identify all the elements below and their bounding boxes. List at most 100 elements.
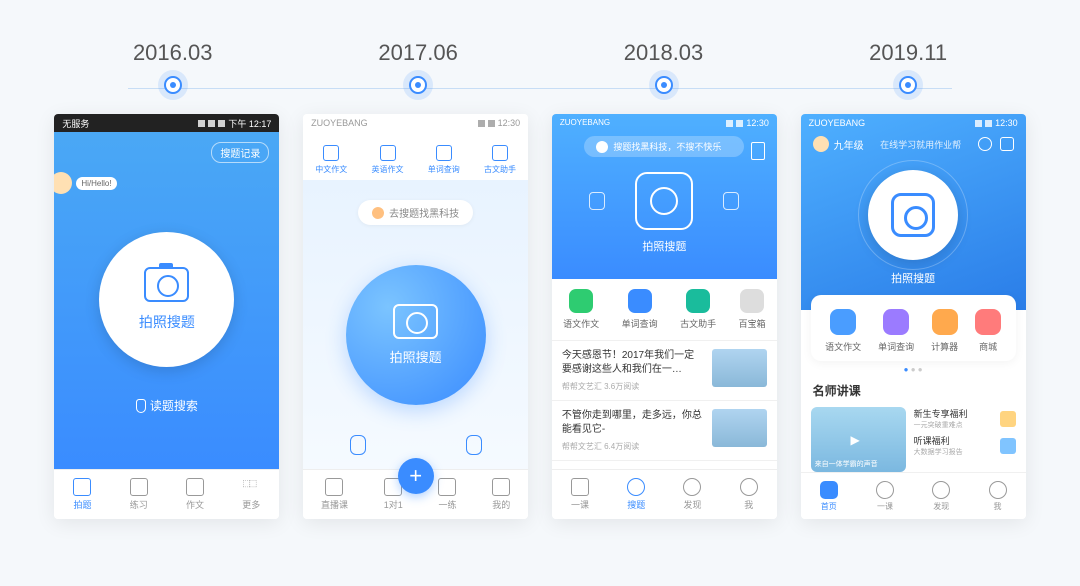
doc-icon bbox=[186, 478, 204, 496]
grid-word[interactable]: 单词查询 bbox=[622, 289, 658, 330]
battery-icon bbox=[736, 120, 743, 127]
camera-icon bbox=[627, 478, 645, 496]
doc-icon bbox=[380, 145, 396, 161]
search-bar[interactable]: 搜题找黑科技，不搜不快乐 bbox=[584, 136, 744, 157]
tab-discover[interactable]: 发现 bbox=[932, 481, 950, 512]
item-sub: 一元突破重难点 bbox=[914, 420, 968, 430]
grid-classical[interactable]: 古文助手 bbox=[680, 289, 716, 330]
tab-me[interactable]: 我的 bbox=[492, 478, 510, 511]
lesson-card[interactable]: 来自一体学霸的声音 bbox=[811, 407, 906, 472]
brand-label: ZUOYEBANG bbox=[311, 118, 368, 128]
tab-lesson[interactable]: 一课 bbox=[571, 478, 589, 511]
tab-home[interactable]: 首页 bbox=[820, 481, 838, 512]
planet-icon bbox=[932, 481, 950, 499]
list-item[interactable]: 听课福利大数据学习报告 bbox=[914, 434, 1016, 457]
wifi-icon bbox=[726, 120, 733, 127]
search-text: 去搜题找黑科技 bbox=[389, 205, 459, 220]
timeline-line bbox=[128, 88, 951, 89]
search-pill[interactable]: 去搜题找黑科技 bbox=[358, 200, 473, 225]
feed-item[interactable]: 不管你走到哪里，走多远，你总能看见它-帮帮文艺汇 6.4万阅读 bbox=[552, 401, 777, 461]
feat-label: 计算器 bbox=[931, 340, 958, 353]
grade-selector[interactable]: 九年级 bbox=[813, 136, 864, 152]
home-icon bbox=[820, 481, 838, 499]
tab-label: 发现 bbox=[683, 498, 701, 511]
post-title: 今天感恩节！2017年我们一定要感谢这些人和我们在一… bbox=[562, 349, 704, 377]
mic-icon[interactable] bbox=[589, 192, 605, 210]
camera-button[interactable]: 拍照搜题 bbox=[346, 265, 486, 405]
grid-label: 百宝箱 bbox=[739, 317, 766, 330]
status-carrier: 无服务 bbox=[62, 117, 89, 130]
scan-icon[interactable] bbox=[723, 192, 739, 210]
tab-label: 更多 bbox=[242, 498, 260, 511]
feat-word[interactable]: 单词查询 bbox=[878, 309, 914, 353]
tab-bar: 一课 搜题 发现 我 bbox=[552, 469, 777, 519]
tab-label: 我 bbox=[744, 498, 753, 511]
book-icon bbox=[130, 478, 148, 496]
voice-search[interactable]: 读题搜索 bbox=[136, 397, 198, 414]
play-icon bbox=[325, 478, 343, 496]
feed-item[interactable]: 今天感恩节！2017年我们一定要感谢这些人和我们在一…帮帮文艺汇 3.6万阅读 bbox=[552, 341, 777, 401]
quick-word[interactable]: 单词查询 bbox=[428, 145, 460, 175]
feed[interactable]: 今天感恩节！2017年我们一定要感谢这些人和我们在一…帮帮文艺汇 3.6万阅读 … bbox=[552, 341, 777, 469]
tab-camera[interactable]: 拍题 bbox=[73, 478, 91, 511]
tab-me[interactable]: 我 bbox=[740, 478, 758, 511]
tab-bar: 直播课 1对1 + 一练 我的 bbox=[303, 469, 528, 519]
calculator-icon[interactable] bbox=[751, 142, 765, 160]
scan-icon[interactable] bbox=[466, 435, 482, 455]
tab-label: 拍题 bbox=[73, 498, 91, 511]
quick-classical[interactable]: 古文助手 bbox=[484, 145, 516, 175]
camera-button[interactable] bbox=[635, 172, 693, 230]
tab-add[interactable]: + bbox=[398, 458, 434, 494]
feat-essay[interactable]: 语文作文 bbox=[825, 309, 861, 353]
status-right: 12:30 bbox=[726, 118, 769, 128]
quick-cn-essay[interactable]: 中文作文 bbox=[315, 145, 347, 175]
search-icon[interactable] bbox=[978, 137, 992, 151]
tab-practice[interactable]: 一练 bbox=[438, 478, 456, 511]
grid-toolbox[interactable]: 百宝箱 bbox=[739, 289, 766, 330]
tab-label: 直播课 bbox=[321, 498, 348, 511]
camera-button[interactable] bbox=[868, 170, 958, 260]
quick-en-essay[interactable]: 英语作文 bbox=[372, 145, 404, 175]
timeline-dot bbox=[164, 76, 182, 94]
list-item[interactable]: 新生专享福利一元突破重难点 bbox=[914, 407, 1016, 430]
item-title: 听课福利 bbox=[914, 434, 963, 447]
tab-practice[interactable]: 练习 bbox=[130, 478, 148, 511]
mascot: Hi/Hello! bbox=[54, 172, 116, 194]
feed-item[interactable]: 不管你走到哪里，走多远，你总能看见它- bbox=[552, 461, 777, 469]
tab-label: 搜题 bbox=[627, 498, 645, 511]
tab-lesson[interactable]: 一课 bbox=[876, 481, 894, 512]
avatar bbox=[813, 136, 829, 152]
timeline-dot bbox=[899, 76, 917, 94]
post-meta: 帮帮文艺汇 6.4万阅读 bbox=[562, 441, 704, 452]
tab-live[interactable]: 直播课 bbox=[321, 478, 348, 511]
lesson-list: 新生专享福利一元突破重难点 听课福利大数据学习报告 bbox=[914, 407, 1016, 472]
feat-label: 单词查询 bbox=[878, 340, 914, 353]
tab-discover[interactable]: 发现 bbox=[683, 478, 701, 511]
tab-search[interactable]: 搜题 bbox=[627, 478, 645, 511]
feat-label: 语文作文 bbox=[825, 340, 861, 353]
status-time: 12:30 bbox=[498, 118, 521, 128]
tab-me[interactable]: 我 bbox=[989, 481, 1007, 512]
camera-button[interactable]: 拍照搜题 bbox=[99, 232, 234, 367]
tab-more[interactable]: 更多 bbox=[242, 478, 260, 511]
grid-essay[interactable]: 语文作文 bbox=[563, 289, 599, 330]
status-time: 12:30 bbox=[995, 118, 1018, 128]
header-top: 九年级 在线学习就用作业帮 bbox=[801, 136, 1026, 152]
mic-icon[interactable] bbox=[350, 435, 366, 455]
quick-label: 古文助手 bbox=[484, 164, 516, 175]
tab-essay[interactable]: 作文 bbox=[186, 478, 204, 511]
section-title: 名师讲课 bbox=[801, 374, 1026, 407]
status-time: 下午 12:17 bbox=[228, 117, 271, 130]
history-badge[interactable]: 搜题记录 bbox=[211, 142, 269, 163]
book-icon bbox=[492, 145, 508, 161]
calc-icon bbox=[932, 309, 958, 335]
smile-icon bbox=[740, 478, 758, 496]
feat-shop[interactable]: 商城 bbox=[975, 309, 1001, 353]
status-bar: ZUOYEBANG 12:30 bbox=[801, 114, 1026, 132]
timeline-dot bbox=[655, 76, 673, 94]
status-time: 12:30 bbox=[746, 118, 769, 128]
scan-icon[interactable] bbox=[1000, 137, 1014, 151]
main-area: 搜题记录 Hi/Hello! 拍照搜题 读题搜索 bbox=[54, 132, 279, 469]
camera-label: 拍照搜题 bbox=[139, 312, 195, 332]
feat-calc[interactable]: 计算器 bbox=[931, 309, 958, 353]
